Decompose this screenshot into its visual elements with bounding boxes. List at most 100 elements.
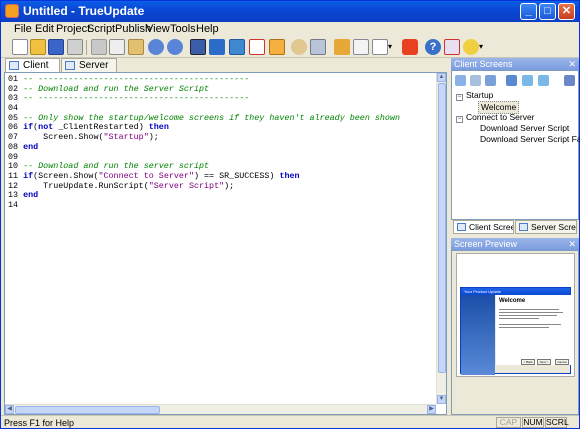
tree-item-startup[interactable]: − Startup [456, 90, 493, 101]
client-screens-panel: − Startup Welcome − Connect to Server Down… [451, 70, 580, 220]
line-number: 02 [8, 83, 24, 94]
line-number: 04 [8, 103, 24, 114]
menu-bar: File Edit Project Script Publish View To… [1, 22, 579, 38]
new-icon[interactable] [12, 39, 28, 55]
line-number: 05 [8, 112, 24, 123]
code-line[interactable]: 12 TrueUpdate.RunScript("Server Script")… [8, 181, 400, 192]
tree-item-connect-to-server[interactable]: − Connect to Server [456, 112, 535, 123]
menu-help[interactable]: Help [196, 23, 219, 35]
code-token: if [23, 122, 34, 133]
actions-icon[interactable] [269, 39, 285, 55]
code-token: -- Download and run the Server Script [23, 83, 210, 94]
help-icon[interactable]: ? [425, 39, 441, 55]
screens-tree: − Startup Welcome − Connect to Server Down… [456, 90, 580, 150]
tree-label: Download Server Script [480, 123, 570, 133]
save-icon[interactable] [48, 39, 64, 55]
panel-title: Client Screens [454, 59, 513, 69]
scroll-up-icon[interactable]: ▲ [437, 73, 446, 82]
maximize-button[interactable]: □ [539, 3, 556, 20]
publish-icon[interactable] [310, 39, 326, 55]
close-icon[interactable]: ✕ [568, 238, 576, 250]
status-bar: Press F1 for Help CAP NUM SCRL [1, 415, 579, 429]
preview-dialog-title: Your Product Update [461, 288, 570, 295]
code-token: ) == SR_SUCCESS) [193, 170, 280, 181]
redo-icon[interactable] [167, 39, 183, 55]
scroll-down-icon[interactable]: ▼ [437, 395, 446, 404]
close-icon[interactable]: ✕ [568, 58, 576, 70]
tab-client-screens[interactable]: Client Screens [453, 220, 514, 234]
preview-cancel-button: Cancel [555, 359, 569, 365]
collapse-icon[interactable]: − [456, 94, 463, 101]
list-icon[interactable] [372, 39, 388, 55]
files-icon[interactable] [209, 39, 225, 55]
undo-icon[interactable] [148, 39, 164, 55]
tree-label: Connect to Server [466, 112, 535, 122]
menu-script[interactable]: Script [87, 23, 115, 35]
build-icon[interactable] [291, 39, 307, 55]
menu-file[interactable]: File [14, 23, 32, 35]
script-editor[interactable]: 01 -- ----------------------------------… [4, 72, 447, 415]
scroll-right-icon[interactable]: ▶ [427, 405, 436, 414]
cut-icon[interactable] [91, 39, 107, 55]
code-line[interactable]: 07 Screen.Show("Startup"); [8, 132, 400, 143]
edit-icon[interactable] [506, 75, 517, 86]
tab-server-screens[interactable]: Server Scre... [515, 220, 577, 234]
menu-edit[interactable]: Edit [35, 23, 54, 35]
open-icon[interactable] [30, 39, 46, 55]
collapse-icon[interactable]: − [456, 116, 463, 123]
line-number: 09 [8, 151, 24, 162]
code-token: "Connect to Server" [98, 170, 194, 181]
screens-icon [457, 223, 466, 231]
scroll-thumb[interactable] [15, 406, 160, 414]
code-line[interactable]: 03 -- ----------------------------------… [8, 94, 400, 104]
title-bar[interactable]: Untitled - TrueUpdate _ □ ✕ [1, 1, 579, 22]
info-icon[interactable] [463, 39, 479, 55]
screens-icon [519, 223, 528, 231]
move-down-icon[interactable] [538, 75, 549, 86]
paste-icon[interactable] [128, 39, 144, 55]
code-token: -- Download and run the server script [23, 161, 210, 172]
add-screen-icon[interactable] [455, 75, 466, 86]
preview-canvas: Your Product Update Welcome < Back Next … [456, 253, 575, 377]
document-icon[interactable] [353, 39, 369, 55]
menu-tools[interactable]: Tools [170, 23, 196, 35]
code-token: "Startup" [103, 132, 149, 143]
copy-icon[interactable] [109, 39, 125, 55]
cap-indicator: CAP [496, 417, 521, 428]
code-token: then [148, 122, 169, 133]
duplicate-icon[interactable] [485, 75, 496, 86]
bookmark-icon[interactable] [402, 39, 418, 55]
code-line[interactable]: 08 end [8, 142, 400, 153]
code-line[interactable]: 13 end [8, 190, 400, 201]
scroll-left-icon[interactable]: ◀ [5, 405, 14, 414]
tab-server-script[interactable]: Server Script [61, 58, 117, 84]
wand-icon[interactable] [334, 39, 350, 55]
minimize-button[interactable]: _ [520, 3, 537, 20]
tree-item-download-server-script-failed[interactable]: Download Server Script Failed [480, 134, 580, 145]
horizontal-scrollbar[interactable]: ◀ ▶ [5, 404, 436, 414]
app-icon [5, 4, 19, 18]
tab-client-script[interactable]: Client Script [5, 58, 60, 84]
code-line[interactable]: 14 [8, 199, 400, 211]
code-area[interactable]: 01 -- ----------------------------------… [8, 74, 400, 211]
dropdown-arrow-icon[interactable]: ▾ [388, 39, 394, 55]
settings-icon[interactable] [564, 75, 575, 86]
line-number: 14 [8, 199, 24, 210]
print-icon[interactable] [67, 39, 83, 55]
tip-icon[interactable] [444, 39, 460, 55]
move-up-icon[interactable] [522, 75, 533, 86]
menu-project[interactable]: Project [56, 23, 90, 35]
menu-view[interactable]: View [146, 23, 170, 35]
line-number: 10 [8, 161, 24, 172]
insert-icon[interactable] [470, 75, 481, 86]
scroll-thumb[interactable] [438, 83, 446, 373]
client-screens-header: Client Screens ✕ [451, 58, 579, 70]
code-token: then [279, 170, 300, 181]
tree-item-download-server-script[interactable]: Download Server Script [480, 123, 569, 134]
project-icon[interactable] [190, 39, 206, 55]
close-button[interactable]: ✕ [558, 3, 575, 20]
vertical-scrollbar[interactable]: ▲ ▼ [436, 73, 446, 404]
screens-icon[interactable] [229, 39, 245, 55]
dropdown-arrow-icon[interactable]: ▾ [479, 39, 485, 55]
checklist-icon[interactable] [249, 39, 265, 55]
